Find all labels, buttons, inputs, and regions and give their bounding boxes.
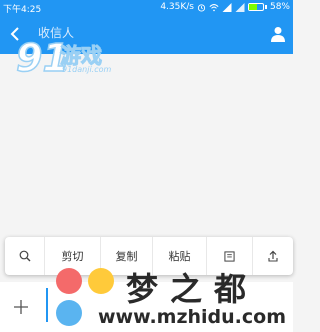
- mascot-red-bubble: [56, 268, 82, 294]
- watermark-url: 91danji.com: [62, 65, 112, 74]
- watermark-site-url: www.mzhidu.com: [98, 306, 287, 328]
- plus-icon[interactable]: [14, 300, 28, 314]
- signal-icon-2: [235, 2, 245, 12]
- mascot-blue-bubble: [56, 300, 82, 326]
- search-button[interactable]: [5, 237, 45, 275]
- watermark-91danji: 91 游戏 91danji.com: [15, 37, 136, 84]
- text-cursor: [46, 288, 48, 322]
- alarm-icon: [197, 3, 206, 12]
- contact-icon[interactable]: [271, 26, 285, 42]
- signal-icon: [222, 2, 232, 12]
- battery-icon: [247, 3, 267, 11]
- status-indicators: 4.35K/s 58%: [160, 2, 290, 12]
- battery-fill: [248, 4, 258, 10]
- share-icon: [268, 250, 278, 262]
- search-icon: [19, 250, 30, 262]
- battery-percent: 58%: [269, 2, 290, 12]
- watermark-mzhidu: 梦之都 www.mzhidu.com: [50, 262, 293, 332]
- status-bar: 下午4:25 4.35K/s 58%: [0, 0, 293, 15]
- select-all-icon: [224, 250, 235, 262]
- mascot-yellow-bubble: [88, 268, 114, 294]
- network-speed: 4.35K/s: [160, 2, 194, 12]
- wifi-icon: [209, 3, 219, 11]
- watermark-brand: 梦之都: [126, 270, 259, 308]
